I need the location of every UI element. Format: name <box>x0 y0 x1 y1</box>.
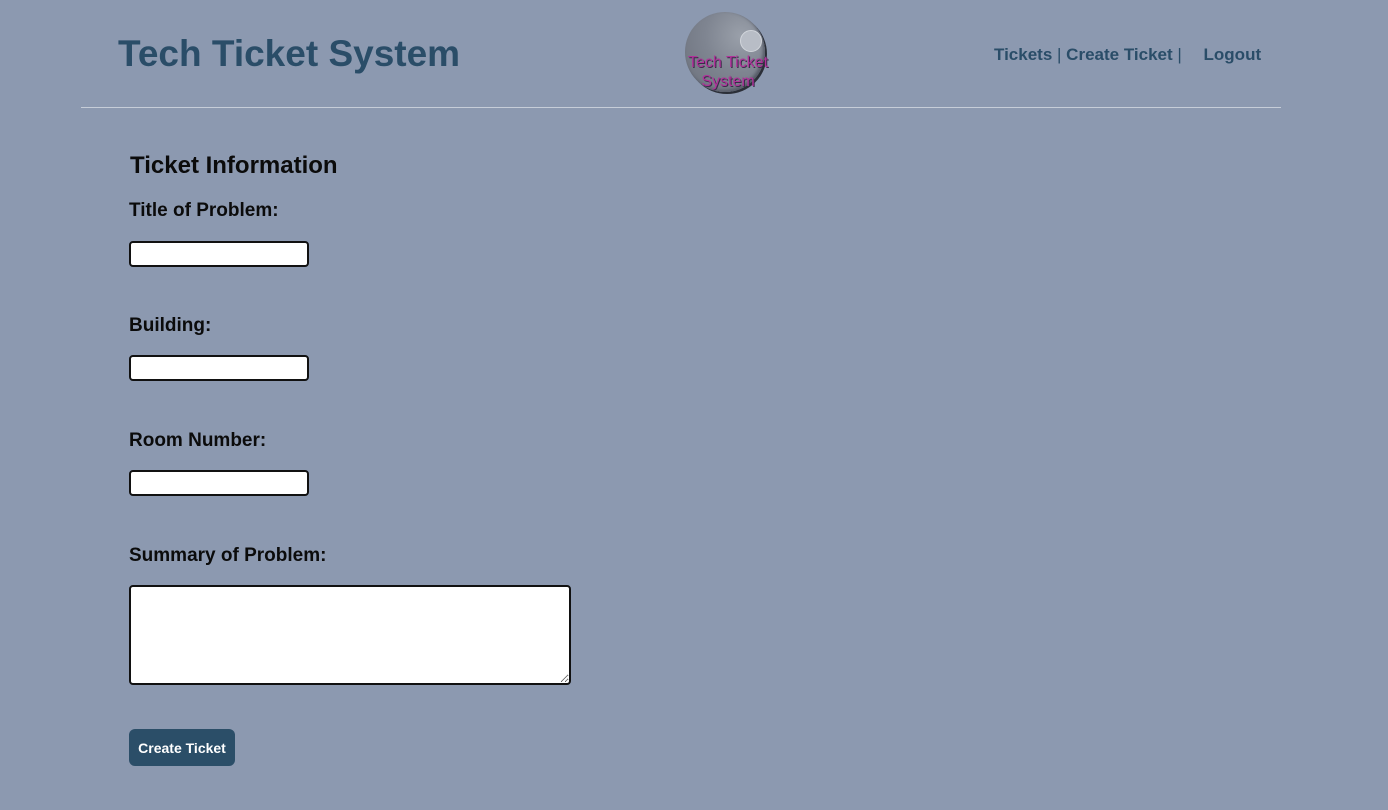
room-number-input[interactable] <box>129 470 309 496</box>
logo-text: Tech Ticket System <box>687 54 769 90</box>
nav-link-logout[interactable]: Logout <box>1204 45 1262 64</box>
create-ticket-button[interactable]: Create Ticket <box>129 729 235 766</box>
summary-of-problem-label: Summary of Problem: <box>129 545 327 566</box>
title-of-problem-label: Title of Problem: <box>129 200 279 221</box>
building-label: Building: <box>129 315 212 336</box>
room-number-label: Room Number: <box>129 430 267 451</box>
nav-link-tickets[interactable]: Tickets <box>994 45 1052 64</box>
app-title: Tech Ticket System <box>118 33 461 74</box>
top-nav: Tickets | Create Ticket | Logout <box>994 45 1261 65</box>
nav-separator: | <box>1177 45 1182 64</box>
nav-separator: | <box>1057 45 1062 64</box>
header: Tech Ticket System Tech Ticket System Ti… <box>81 0 1281 108</box>
form-heading: Ticket Information <box>130 152 338 179</box>
summary-of-problem-textarea[interactable] <box>129 585 571 685</box>
logo-icon: Tech Ticket System <box>683 11 768 95</box>
title-of-problem-input[interactable] <box>129 241 309 267</box>
building-input[interactable] <box>129 355 309 381</box>
logo-highlight <box>740 30 762 52</box>
nav-link-create-ticket[interactable]: Create Ticket <box>1066 45 1172 64</box>
